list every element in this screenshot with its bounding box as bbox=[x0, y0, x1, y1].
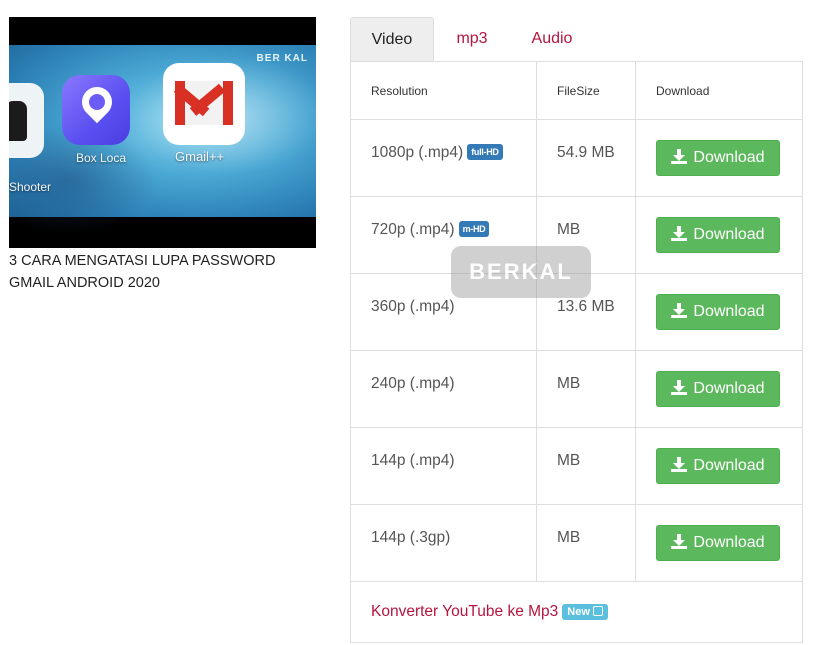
download-button[interactable]: Download bbox=[656, 448, 780, 484]
download-button[interactable]: Download bbox=[656, 140, 780, 176]
download-cell: Download bbox=[636, 197, 802, 273]
box-loca-app-icon bbox=[62, 75, 130, 145]
download-button[interactable]: Download bbox=[656, 217, 780, 253]
resolution-cell: 144p (.3gp) bbox=[351, 505, 537, 581]
resolution-label: 1080p (.mp4) bbox=[371, 144, 464, 161]
envelope-right-stroke bbox=[223, 81, 233, 125]
filesize-value: MB bbox=[557, 221, 581, 238]
tab-video[interactable]: Video bbox=[350, 17, 434, 62]
table-row: 144p (.3gp) MB Download bbox=[351, 505, 802, 582]
youtube-mp3-converter-link[interactable]: Konverter YouTube ke Mp3 New bbox=[371, 603, 608, 621]
download-icon bbox=[671, 457, 688, 472]
download-button-label: Download bbox=[693, 380, 765, 397]
quality-badge: m-HD bbox=[458, 221, 490, 237]
download-button-label: Download bbox=[693, 303, 765, 320]
download-cell: Download bbox=[636, 351, 802, 427]
resolution-cell: 1080p (.mp4) full-HD bbox=[351, 120, 537, 196]
new-badge-label: New bbox=[567, 606, 590, 618]
filesize-cell: MB bbox=[537, 505, 636, 581]
download-icon bbox=[671, 149, 688, 164]
filesize-value: MB bbox=[557, 375, 581, 392]
header-cell-filesize: FileSize bbox=[537, 62, 636, 119]
filesize-value: MB bbox=[557, 529, 581, 546]
resolution-cell: 240p (.mp4) bbox=[351, 351, 537, 427]
site-watermark: BERKAL bbox=[451, 246, 591, 298]
filesize-value: 54.9 MB bbox=[557, 144, 615, 161]
converter-link-label: Konverter YouTube ke Mp3 bbox=[371, 603, 559, 620]
new-badge: New bbox=[562, 604, 608, 620]
download-button-label: Download bbox=[693, 149, 765, 166]
shooter-glyph-icon bbox=[9, 101, 27, 141]
video-thumbnail[interactable]: Shooter Box Loca Gmail++ BER KAL bbox=[9, 17, 316, 248]
app-label-shooter: Shooter bbox=[9, 180, 52, 194]
video-title: 3 CARA MENGATASI LUPA PASSWORD GMAIL AND… bbox=[9, 253, 276, 291]
external-link-icon bbox=[592, 606, 603, 616]
table-row: 144p (.mp4) MB Download bbox=[351, 428, 802, 505]
app-label-box-loca: Box Loca bbox=[76, 151, 127, 165]
shooter-app-icon bbox=[9, 83, 44, 158]
download-cell: Download bbox=[636, 505, 802, 581]
thumbnail-watermark: BER KAL bbox=[256, 53, 308, 64]
header-filesize: FileSize bbox=[557, 84, 600, 98]
resolution-value: 720p (.mp4) m-HD bbox=[371, 221, 490, 239]
resolution-label: 360p (.mp4) bbox=[371, 298, 455, 315]
resolution-label: 240p (.mp4) bbox=[371, 375, 455, 392]
tab-mp3[interactable]: mp3 bbox=[442, 17, 502, 61]
download-icon bbox=[671, 303, 688, 318]
resolution-cell: 144p (.mp4) bbox=[351, 428, 537, 504]
download-button[interactable]: Download bbox=[656, 371, 780, 407]
converter-footer: Konverter YouTube ke Mp3 New bbox=[351, 582, 802, 642]
download-button[interactable]: Download bbox=[656, 294, 780, 330]
header-resolution: Resolution bbox=[371, 84, 428, 98]
gmail-app-icon bbox=[163, 63, 245, 145]
tab-audio[interactable]: Audio bbox=[518, 17, 586, 61]
filesize-cell: MB bbox=[537, 351, 636, 427]
table-row: 240p (.mp4) MB Download bbox=[351, 351, 802, 428]
table-row: 1080p (.mp4) full-HD 54.9 MB Download bbox=[351, 120, 802, 197]
filesize-cell: 54.9 MB bbox=[537, 120, 636, 196]
app-label-gmail: Gmail++ bbox=[175, 149, 225, 164]
download-cell: Download bbox=[636, 274, 802, 350]
download-cell: Download bbox=[636, 428, 802, 504]
thumbnail-frame: Shooter Box Loca Gmail++ BER KAL bbox=[9, 45, 316, 235]
download-button-label: Download bbox=[693, 534, 765, 551]
resolution-label: 720p (.mp4) bbox=[371, 221, 455, 238]
download-icon bbox=[671, 226, 688, 241]
filesize-value: 13.6 MB bbox=[557, 298, 615, 315]
quality-badge: full-HD bbox=[467, 144, 503, 160]
download-button-label: Download bbox=[693, 226, 765, 243]
resolution-value: 1080p (.mp4) full-HD bbox=[371, 144, 503, 162]
filesize-cell: MB bbox=[537, 428, 636, 504]
header-cell-download: Download bbox=[636, 62, 802, 119]
download-button[interactable]: Download bbox=[656, 525, 780, 561]
download-button-label: Download bbox=[693, 457, 765, 474]
resolution-label: 144p (.3gp) bbox=[371, 529, 451, 546]
film-reel-icon bbox=[89, 94, 105, 110]
header-cell-resolution: Resolution bbox=[351, 62, 537, 119]
download-icon bbox=[671, 534, 688, 549]
download-table: Resolution FileSize Download 1080p (.mp4… bbox=[350, 61, 803, 643]
header-download: Download bbox=[656, 84, 710, 98]
resolution-label: 144p (.mp4) bbox=[371, 452, 455, 469]
download-cell: Download bbox=[636, 120, 802, 196]
table-header-row: Resolution FileSize Download bbox=[351, 62, 802, 120]
download-icon bbox=[671, 380, 688, 395]
filesize-value: MB bbox=[557, 452, 581, 469]
